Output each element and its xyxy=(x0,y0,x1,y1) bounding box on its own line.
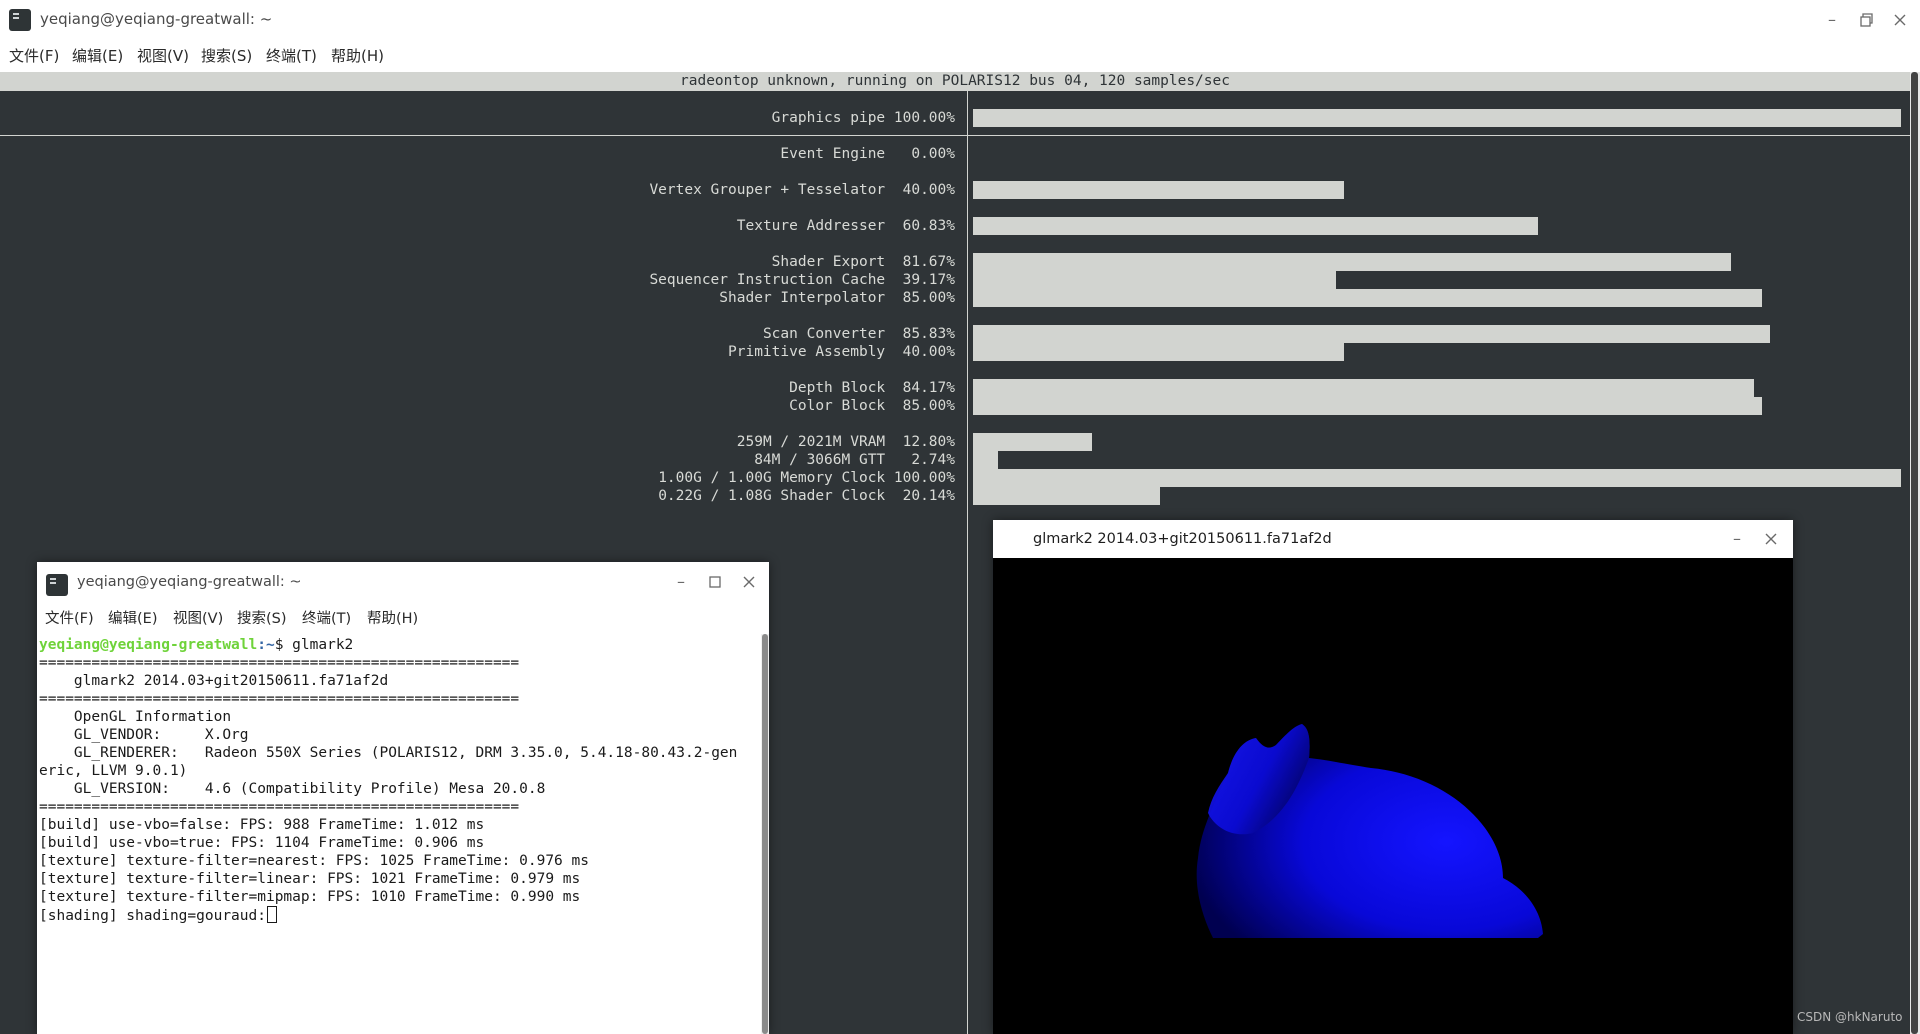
usage-bar xyxy=(973,397,1762,415)
output-line: glmark2 2014.03+git20150611.fa71af2d xyxy=(39,673,389,689)
row-label: Sequencer Instruction Cache 39.17% xyxy=(649,272,955,288)
terminal-app-icon xyxy=(46,574,68,596)
row-label: Scan Converter 85.83% xyxy=(762,326,955,342)
row-label: Primitive Assembly 40.00% xyxy=(728,344,955,360)
prompt-line: yeqiang@yeqiang-greatwall:~$ glmark2 xyxy=(39,636,353,654)
menu-file[interactable]: 文件(F) xyxy=(9,45,59,66)
usage-bar xyxy=(973,109,1901,127)
row-label: 259M / 2021M VRAM 12.80% xyxy=(736,434,955,450)
prompt-user: yeqiang@yeqiang-greatwall xyxy=(39,637,258,653)
output-text: [shading] shading=gouraud: xyxy=(39,908,266,924)
row-label: Shader Interpolator 85.00% xyxy=(719,290,955,306)
terminal2-menubar: 文件(F) 编辑(E) 视图(V) 搜索(S) 终端(T) 帮助(H) xyxy=(37,602,769,634)
row-label: 84M / 3066M GTT 2.74% xyxy=(754,452,955,468)
row-label: 0.22G / 1.08G Shader Clock 20.14% xyxy=(658,488,955,504)
prompt-path: :~ xyxy=(257,637,275,653)
row-label: Depth Block 84.17% xyxy=(789,380,955,396)
usage-bar xyxy=(973,271,1336,289)
output-line: [texture] texture-filter=mipmap: FPS: 10… xyxy=(39,889,581,905)
current-line: [shading] shading=gouraud: xyxy=(39,906,277,925)
output-line: ========================================… xyxy=(39,691,520,707)
menu-terminal[interactable]: 终端(T) xyxy=(302,607,351,628)
minimize-icon[interactable]: – xyxy=(667,568,695,596)
output-line: eric, LLVM 9.0.1) xyxy=(39,763,188,779)
main-window-titlebar[interactable]: yeqiang@yeqiang-greatwall: ~ – xyxy=(0,0,1920,40)
glmark-window-title: glmark2 2014.03+git20150611.fa71af2d xyxy=(1033,531,1332,547)
terminal2-output[interactable]: yeqiang@yeqiang-greatwall:~$ glmark2 ===… xyxy=(37,634,759,1034)
usage-bar xyxy=(973,253,1731,271)
text-cursor xyxy=(266,906,277,923)
terminal-app-icon xyxy=(9,9,31,31)
menu-search[interactable]: 搜索(S) xyxy=(237,607,287,628)
main-scrollbar-thumb[interactable] xyxy=(1911,72,1918,1034)
close-icon[interactable] xyxy=(1757,525,1785,553)
output-line: [texture] texture-filter=nearest: FPS: 1… xyxy=(39,853,589,869)
prompt-command: $ glmark2 xyxy=(274,637,354,653)
row-label: Shader Export 81.67% xyxy=(771,254,955,270)
minimize-icon[interactable]: – xyxy=(1723,525,1751,553)
menu-help[interactable]: 帮助(H) xyxy=(367,607,418,628)
separator-line xyxy=(967,91,968,1034)
terminal2-title: yeqiang@yeqiang-greatwall: ~ xyxy=(77,574,302,590)
menu-file[interactable]: 文件(F) xyxy=(45,607,94,628)
output-line: [build] use-vbo=true: FPS: 1104 FrameTim… xyxy=(39,835,485,851)
menu-view[interactable]: 视图(V) xyxy=(173,607,223,628)
row-label: Color Block 85.00% xyxy=(789,398,955,414)
rendered-cat-model xyxy=(993,724,1793,1034)
output-line: GL_RENDERER: Radeon 550X Series (POLARIS… xyxy=(39,745,738,761)
row-label: Vertex Grouper + Tesselator 40.00% xyxy=(649,182,955,198)
usage-bar xyxy=(973,343,1344,361)
restore-icon[interactable] xyxy=(1852,6,1880,34)
glmark-window[interactable]: glmark2 2014.03+git20150611.fa71af2d – xyxy=(993,520,1793,1034)
row-label: 1.00G / 1.00G Memory Clock 100.00% xyxy=(658,470,955,486)
usage-bar xyxy=(973,325,1770,343)
output-line: [texture] texture-filter=linear: FPS: 10… xyxy=(39,871,581,887)
radeontop-header: radeontop unknown, running on POLARIS12 … xyxy=(0,72,1910,91)
usage-bar xyxy=(973,289,1762,307)
output-line: ========================================… xyxy=(39,799,520,815)
output-line: GL_VENDOR: X.Org xyxy=(39,727,249,743)
usage-bar xyxy=(973,217,1538,235)
minimize-icon[interactable]: – xyxy=(1818,6,1846,34)
output-line: ========================================… xyxy=(39,655,520,671)
usage-bar xyxy=(973,469,1901,487)
row-label: Event Engine 0.00% xyxy=(780,146,955,162)
row-label: Graphics pipe 100.00% xyxy=(771,110,955,126)
output-line: OpenGL Information xyxy=(39,709,232,725)
glmark-render-canvas[interactable] xyxy=(993,558,1793,1034)
menu-terminal[interactable]: 终端(T) xyxy=(266,45,317,66)
usage-bar xyxy=(973,487,1160,505)
usage-bar xyxy=(973,451,998,469)
menu-search[interactable]: 搜索(S) xyxy=(201,45,252,66)
usage-bar xyxy=(973,433,1092,451)
usage-bar xyxy=(973,379,1754,397)
menu-edit[interactable]: 编辑(E) xyxy=(108,607,157,628)
close-icon[interactable] xyxy=(1886,6,1914,34)
close-icon[interactable] xyxy=(735,568,763,596)
main-menubar: 文件(F) 编辑(E) 视图(V) 搜索(S) 终端(T) 帮助(H) xyxy=(0,40,1920,72)
output-line: GL_VERSION: 4.6 (Compatibility Profile) … xyxy=(39,781,546,797)
row-label: Texture Addresser 60.83% xyxy=(736,218,955,234)
terminal2-window[interactable]: yeqiang@yeqiang-greatwall: ~ – 文件(F) 编辑(… xyxy=(37,562,769,1034)
menu-edit[interactable]: 编辑(E) xyxy=(72,45,123,66)
maximize-icon[interactable] xyxy=(701,568,729,596)
separator-line xyxy=(0,135,1910,136)
menu-help[interactable]: 帮助(H) xyxy=(331,45,384,66)
usage-bar xyxy=(973,181,1344,199)
menu-view[interactable]: 视图(V) xyxy=(137,45,189,66)
watermark: CSDN @hkNaruto xyxy=(1797,1010,1903,1024)
output-line: [build] use-vbo=false: FPS: 988 FrameTim… xyxy=(39,817,485,833)
terminal2-scrollbar-thumb[interactable] xyxy=(762,634,768,1034)
main-window-title: yeqiang@yeqiang-greatwall: ~ xyxy=(40,10,273,28)
